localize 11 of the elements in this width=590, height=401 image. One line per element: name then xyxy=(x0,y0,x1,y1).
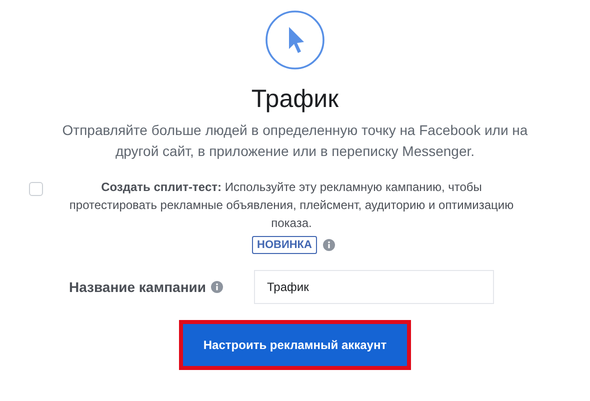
cursor-icon xyxy=(265,10,325,70)
checkbox[interactable] xyxy=(28,182,42,196)
campaign-name-field[interactable]: Трафик xyxy=(254,270,494,304)
info-icon xyxy=(211,281,223,293)
title: Трафик xyxy=(251,84,339,114)
setup-ad-account-button[interactable]: Настроить рекламный аккаунт xyxy=(183,324,407,366)
info-icon xyxy=(322,239,335,251)
new-badge: НОВИНКА xyxy=(252,236,317,254)
campaign-name-label: Название кампании xyxy=(68,278,206,296)
description: Отправляйте больше людей в определенную точку на Facebook или на другой сайт, в приложение или в переписку Messenger. xyxy=(61,121,529,161)
split-test-text: Создать сплит-тест: Используйте эту рекламную кампанию, чтобы протестировать рекламные объявления, плейсмент, аудиторию и оптимизацию показа. xyxy=(68,179,515,232)
